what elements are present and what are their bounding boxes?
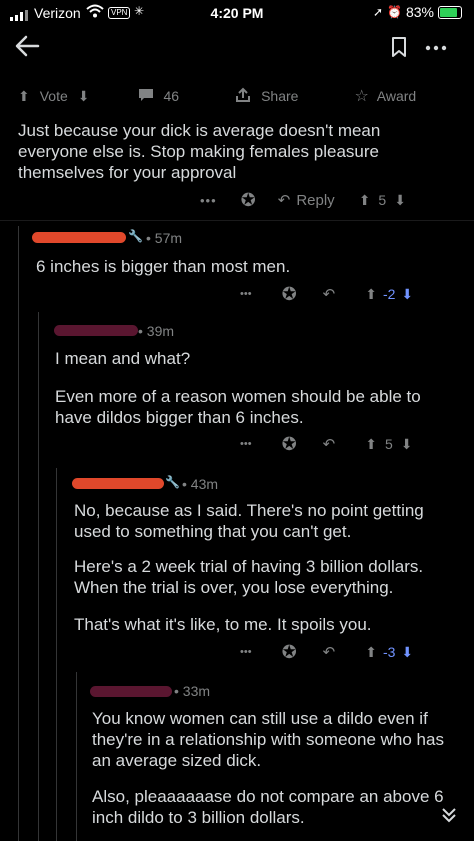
downvote-icon[interactable]: ⬇ — [401, 436, 413, 453]
moderator-icon: 🔧 — [128, 229, 143, 243]
share-button[interactable]: Share — [261, 88, 298, 104]
upvote-icon[interactable]: ⬆ — [365, 644, 377, 661]
award-button[interactable]: Award — [377, 88, 416, 104]
comment-body: I mean and what? — [55, 349, 191, 368]
comment-body: Here's a 2 week trial of having 3 billio… — [74, 557, 424, 597]
award-icon: ☆ — [354, 88, 369, 105]
downvote-icon[interactable]: ⬇ — [401, 644, 413, 661]
award-icon[interactable]: ✪ — [282, 434, 297, 455]
comment-count[interactable]: 46 — [164, 88, 180, 104]
post-action-bar: ⬆ Vote ⬇ 46 Share ☆ Award — [18, 86, 458, 106]
thread-line — [76, 672, 77, 841]
comment-body: That's what it's like, to me. It spoils … — [74, 615, 372, 634]
comment-action-bar: ••• ✪ ↶ Reply ⬆ 5 ⬇ — [200, 190, 406, 210]
award-icon[interactable]: ✪ — [241, 190, 256, 211]
upvote-icon[interactable]: ⬆ — [359, 192, 371, 209]
thread-line — [38, 312, 39, 841]
vote-score: 5 — [378, 192, 387, 208]
upvote-icon[interactable]: ⬆ — [365, 286, 377, 303]
share-icon — [235, 87, 251, 106]
comment-body: Also, pleaaaaaase do not compare an abov… — [92, 787, 444, 827]
comment-body: You know women can still use a dildo eve… — [92, 709, 444, 770]
comment-age: • 33m — [174, 683, 211, 699]
location-icon: ➚ — [372, 5, 384, 19]
reply-button[interactable]: Reply — [296, 192, 334, 209]
comment-age: • 43m — [182, 476, 219, 492]
comment-body: Just because your dick is average doesn'… — [18, 121, 381, 182]
upvote-icon[interactable]: ⬆ — [365, 436, 377, 453]
redacted-username — [72, 478, 164, 489]
vote-label: Vote — [39, 88, 68, 104]
bookmark-icon — [392, 37, 406, 57]
reply-icon: ↶ — [277, 192, 291, 209]
comment-icon — [138, 88, 154, 105]
reply-icon[interactable]: ↶ — [323, 643, 336, 661]
comment-action-bar: ••• ✪ ↶ ⬆ -3 ⬇ — [240, 642, 413, 662]
save-button[interactable] — [390, 36, 410, 60]
redacted-username — [90, 686, 172, 697]
more-icon — [425, 45, 447, 51]
reply-icon[interactable]: ↶ — [323, 285, 336, 303]
award-icon[interactable]: ✪ — [282, 642, 297, 663]
comment-action-bar: ••• ✪ ↶ ⬆ -2 ⬇ — [240, 284, 413, 304]
divider — [0, 220, 474, 221]
downvote-icon[interactable]: ⬇ — [401, 286, 413, 303]
battery-percent: 83% — [405, 4, 434, 20]
award-icon[interactable]: ✪ — [282, 284, 297, 305]
battery-icon — [438, 5, 462, 19]
vote-score: -2 — [382, 286, 396, 302]
comment-body: No, because as I said. There's no point … — [74, 501, 424, 541]
comment-age: • 57m — [146, 230, 183, 246]
more-icon[interactable]: ••• — [240, 438, 252, 450]
redacted-username — [54, 325, 138, 336]
thread-line — [18, 226, 19, 841]
reply-icon[interactable]: ↶ — [323, 435, 336, 453]
moderator-icon: 🔧 — [165, 475, 180, 489]
comment-body: 6 inches is bigger than most men. — [36, 257, 291, 276]
more-icon[interactable]: ••• — [240, 646, 252, 658]
comment-body: Even more of a reason women should be ab… — [55, 387, 421, 427]
status-bar: Verizon VPN ✳ 4:20 PM ➚ ⏰ 83% — [0, 0, 474, 26]
more-icon[interactable]: ••• — [240, 288, 252, 300]
vote-score: -3 — [382, 644, 396, 660]
thread-line — [56, 468, 57, 841]
upvote-icon[interactable]: ⬆ — [18, 88, 30, 105]
more-options-button[interactable] — [424, 38, 454, 58]
downvote-icon[interactable]: ⬇ — [78, 88, 90, 105]
alarm-icon: ⏰ — [387, 5, 402, 19]
back-button[interactable] — [14, 34, 42, 60]
more-icon[interactable]: ••• — [200, 193, 217, 208]
back-arrow-icon — [15, 35, 40, 57]
comment-action-bar: ••• ✪ ↶ ⬆ 5 ⬇ — [240, 434, 413, 454]
downvote-icon[interactable]: ⬇ — [394, 192, 406, 209]
redacted-username — [32, 232, 126, 243]
comment-age: • 39m — [138, 323, 175, 339]
vote-score: 5 — [384, 436, 393, 452]
jump-to-next-icon[interactable] — [440, 806, 458, 829]
